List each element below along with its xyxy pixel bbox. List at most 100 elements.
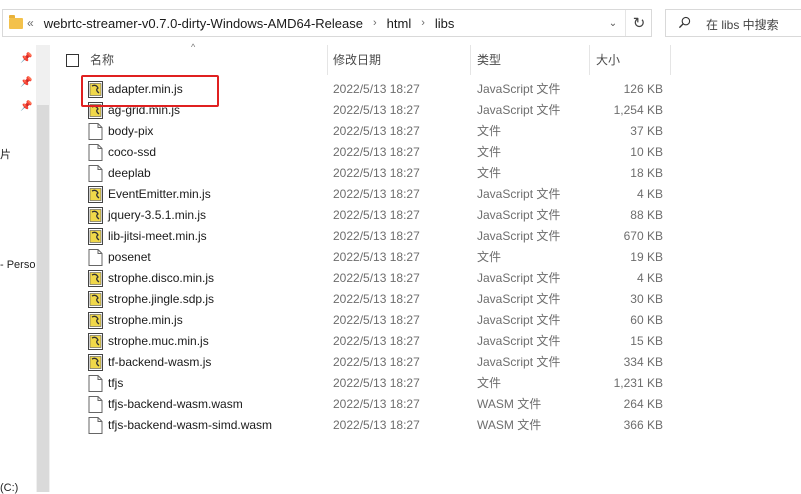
pin-icon[interactable]: 📌 <box>20 77 32 88</box>
crumb-html[interactable]: html <box>387 16 412 31</box>
script-file-icon <box>88 312 103 329</box>
column-header: ^ 名称 修改日期 类型 大小 <box>50 42 801 75</box>
file-row[interactable]: strophe.muc.min.js 2022/5/13 18:27 JavaScr… <box>50 331 801 352</box>
file-row[interactable]: tfjs-backend-wasm.wasm 2022/5/13 18:27 WAS… <box>50 394 801 415</box>
file-row[interactable]: strophe.jingle.sdp.js 2022/5/13 18:27 Java… <box>50 289 801 310</box>
script-file-icon <box>88 354 103 371</box>
column-date[interactable]: 修改日期 <box>333 45 381 75</box>
file-name: tf-backend-wasm.js <box>108 355 212 369</box>
file-row[interactable]: lib-jitsi-meet.min.js 2022/5/13 18:27 Java… <box>50 226 801 247</box>
file-type: 文件 <box>477 376 502 390</box>
file-type: 文件 <box>477 166 502 180</box>
file-type: JavaScript 文件 <box>477 292 561 306</box>
column-divider[interactable] <box>670 45 671 75</box>
script-file-icon <box>88 333 103 350</box>
file-row[interactable]: body-pix 2022/5/13 18:27 文件 37 KB <box>50 121 801 142</box>
column-divider[interactable] <box>327 45 328 75</box>
file-size: 15 KB <box>630 334 663 348</box>
file-type: WASM 文件 <box>477 418 542 432</box>
file-size: 88 KB <box>630 208 663 222</box>
sort-ascending-icon: ^ <box>191 42 196 52</box>
crumb-separator[interactable]: › <box>373 17 377 29</box>
file-row[interactable]: tf-backend-wasm.js 2022/5/13 18:27 JavaScr… <box>50 352 801 373</box>
column-divider[interactable] <box>470 45 471 75</box>
file-size: 37 KB <box>630 124 663 138</box>
file-name: strophe.min.js <box>108 313 183 327</box>
file-size: 126 KB <box>623 82 663 96</box>
address-dropdown-icon[interactable]: ⌄ <box>603 10 623 36</box>
nav-scrollbar[interactable] <box>36 45 50 492</box>
script-file-icon <box>88 207 103 224</box>
file-type: JavaScript 文件 <box>477 271 561 285</box>
file-size: 670 KB <box>623 229 663 243</box>
file-icon <box>88 417 103 434</box>
pin-icon[interactable]: 📌 <box>20 53 32 64</box>
file-type: JavaScript 文件 <box>477 82 561 96</box>
file-size: 366 KB <box>623 418 663 432</box>
file-name: strophe.jingle.sdp.js <box>108 292 215 306</box>
nav-item-fragment[interactable]: 片 <box>0 146 11 162</box>
refresh-icon[interactable]: ↻ <box>625 10 652 36</box>
file-date: 2022/5/13 18:27 <box>333 187 420 201</box>
file-type: WASM 文件 <box>477 397 542 411</box>
file-date: 2022/5/13 18:27 <box>333 376 420 390</box>
select-all-checkbox[interactable] <box>66 54 79 67</box>
file-list: ^ 名称 修改日期 类型 大小 adapter.min.js 2022/5/13 … <box>50 42 801 492</box>
address-field[interactable]: « webrtc-streamer-v0.7.0-dirty-Windows-A… <box>2 9 652 37</box>
file-row[interactable]: tfjs-backend-wasm-simd.wasm 2022/5/13 18:… <box>50 415 801 436</box>
file-name: body-pix <box>108 124 154 138</box>
nav-item-fragment[interactable]: (C:) <box>0 482 18 494</box>
file-type: JavaScript 文件 <box>477 187 561 201</box>
file-type: 文件 <box>477 145 502 159</box>
file-name: coco-ssd <box>108 145 157 159</box>
file-name: tfjs-backend-wasm.wasm <box>108 397 243 411</box>
crumb-overflow-chevron[interactable]: « <box>27 16 34 30</box>
file-row[interactable]: tfjs 2022/5/13 18:27 文件 1,231 KB <box>50 373 801 394</box>
file-date: 2022/5/13 18:27 <box>333 229 420 243</box>
file-name: strophe.muc.min.js <box>108 334 209 348</box>
search-input[interactable]: 在 libs 中搜索 <box>665 9 801 37</box>
file-name: posenet <box>108 250 151 264</box>
crumb-separator[interactable]: › <box>421 17 425 29</box>
file-type: JavaScript 文件 <box>477 229 561 243</box>
file-date: 2022/5/13 18:27 <box>333 397 420 411</box>
file-type: JavaScript 文件 <box>477 103 561 117</box>
script-file-icon <box>88 270 103 287</box>
file-date: 2022/5/13 18:27 <box>333 250 420 264</box>
column-divider[interactable] <box>589 45 590 75</box>
file-row[interactable]: strophe.min.js 2022/5/13 18:27 JavaScript … <box>50 310 801 331</box>
file-row[interactable]: strophe.disco.min.js 2022/5/13 18:27 JavaS… <box>50 268 801 289</box>
file-date: 2022/5/13 18:27 <box>333 103 420 117</box>
file-size: 264 KB <box>623 397 663 411</box>
file-size: 19 KB <box>630 250 663 264</box>
file-row[interactable]: posenet 2022/5/13 18:27 文件 19 KB <box>50 247 801 268</box>
file-icon <box>88 375 103 392</box>
column-size[interactable]: 大小 <box>596 45 620 75</box>
script-file-icon <box>88 291 103 308</box>
nav-scrollbar-thumb[interactable] <box>37 105 49 492</box>
file-date: 2022/5/13 18:27 <box>333 313 420 327</box>
file-type: 文件 <box>477 250 502 264</box>
file-row[interactable]: coco-ssd 2022/5/13 18:27 文件 10 KB <box>50 142 801 163</box>
crumb-libs[interactable]: libs <box>435 16 455 31</box>
file-size: 60 KB <box>630 313 663 327</box>
file-row[interactable]: jquery-3.5.1.min.js 2022/5/13 18:27 JavaSc… <box>50 205 801 226</box>
column-type[interactable]: 类型 <box>477 45 501 75</box>
breadcrumb: « webrtc-streamer-v0.7.0-dirty-Windows-A… <box>27 10 454 36</box>
nav-item-fragment[interactable]: - Perso <box>0 259 35 271</box>
file-row[interactable]: EventEmitter.min.js 2022/5/13 18:27 JavaSc… <box>50 184 801 205</box>
file-date: 2022/5/13 18:27 <box>333 124 420 138</box>
column-name[interactable]: 名称 <box>90 45 114 75</box>
file-name: EventEmitter.min.js <box>108 187 211 201</box>
file-size: 30 KB <box>630 292 663 306</box>
file-date: 2022/5/13 18:27 <box>333 208 420 222</box>
file-name: tfjs <box>108 376 124 390</box>
file-date: 2022/5/13 18:27 <box>333 334 420 348</box>
pin-icon[interactable]: 📌 <box>20 101 32 112</box>
crumb-root[interactable]: webrtc-streamer-v0.7.0-dirty-Windows-AMD… <box>44 16 363 31</box>
file-icon <box>88 144 103 161</box>
file-size: 334 KB <box>623 355 663 369</box>
file-row[interactable]: deeplab 2022/5/13 18:27 文件 18 KB <box>50 163 801 184</box>
file-date: 2022/5/13 18:27 <box>333 271 420 285</box>
file-name: strophe.disco.min.js <box>108 271 215 285</box>
